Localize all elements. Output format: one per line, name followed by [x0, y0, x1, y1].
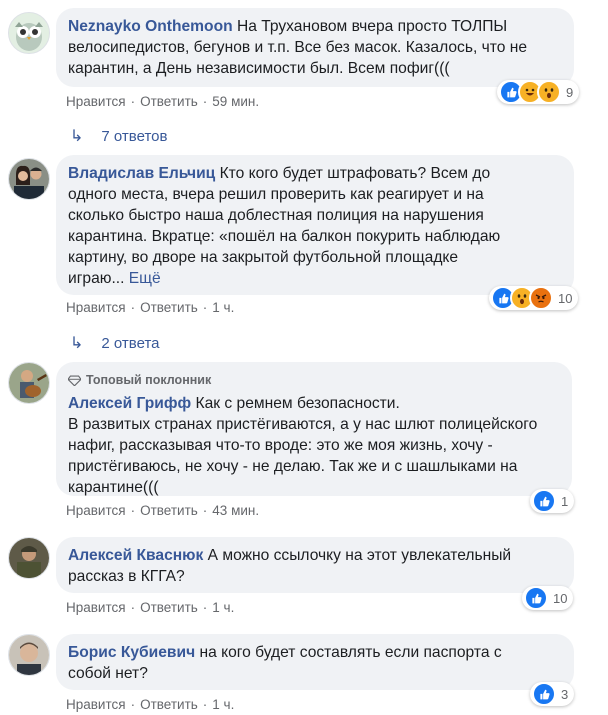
comment-timestamp[interactable]: 59 мин. [212, 94, 259, 109]
comment-actions: Нравится · Ответить · 1 ч. [66, 300, 235, 315]
comment-actions: Нравится · Ответить · 1 ч. [66, 697, 235, 712]
comment-text-line: на кого будет составлять если паспорта с [199, 644, 502, 661]
top-fan-badge: Топовый поклонник [68, 370, 560, 391]
comment-timestamp[interactable]: 1 ч. [212, 300, 234, 315]
comment-author[interactable]: Борис Кубиевич [68, 644, 195, 661]
reactions-summary[interactable]: 3 [530, 682, 575, 706]
reply-button[interactable]: Ответить [140, 697, 198, 712]
reply-arrow-icon: ↳ [70, 335, 84, 352]
comment-text-line: одного места, вчера решил проверить как … [68, 186, 484, 203]
guitarist-avatar-image [9, 363, 49, 403]
like-icon [532, 489, 556, 513]
reaction-count: 9 [566, 84, 574, 100]
couple-photo-avatar-image [9, 159, 49, 199]
soldier-avatar-image [9, 538, 49, 578]
comment-text-line: В развитых странах пристёгиваются, а у н… [68, 416, 538, 433]
comment-text-line: карантине((( [68, 479, 159, 496]
reply-button[interactable]: Ответить [140, 94, 198, 109]
comment-text-line: Как с ремнем безопасности. [195, 395, 400, 412]
reactions-summary[interactable]: 10 [489, 286, 579, 310]
like-button[interactable]: Нравится [66, 697, 126, 712]
reaction-count: 10 [553, 590, 568, 606]
reply-button[interactable]: Ответить [140, 300, 198, 315]
reply-arrow-icon: ↳ [70, 128, 84, 145]
comment-author[interactable]: Алексей Кваснюк [68, 547, 203, 564]
comment-text-line: карантина. Вкратце: «пошёл на балкон пок… [68, 228, 501, 245]
like-icon [532, 682, 556, 706]
avatar[interactable] [8, 158, 50, 200]
view-replies-link[interactable]: ↳ 2 ответа [70, 333, 160, 353]
portrait-avatar-image [9, 635, 49, 675]
reaction-count: 3 [561, 686, 569, 702]
reactions-summary[interactable]: 9 [497, 80, 580, 104]
reactions-summary[interactable]: 10 [522, 586, 574, 610]
diamond-icon [68, 375, 81, 386]
comment-text-line: играю... [68, 270, 125, 287]
comment-actions: Нравится · Ответить · 1 ч. [66, 600, 235, 615]
see-more-link[interactable]: Ещё [129, 270, 161, 287]
comment-text-line: сколько быстро наша доблестная полиция н… [68, 207, 484, 224]
like-button[interactable]: Нравится [66, 503, 126, 518]
comment-text-line: На Трухановом вчера просто ТОЛПЫ [236, 18, 508, 35]
comment-text-line: велосипедистов, бегунов и т.п. Все без м… [68, 39, 528, 56]
avatar[interactable] [8, 362, 50, 404]
avatar[interactable] [8, 537, 50, 579]
comment-bubble: Борис Кубиевич на кого будет составлять … [56, 634, 574, 690]
view-replies-link[interactable]: ↳ 7 ответов [70, 126, 167, 146]
comment-author[interactable]: Neznayko Onthemoon [68, 18, 233, 35]
like-button[interactable]: Нравится [66, 300, 126, 315]
reaction-count: 1 [561, 493, 569, 509]
comment-timestamp[interactable]: 43 мин. [212, 503, 259, 518]
comment-text-line: пристёгиваюсь, не хочу - не делаю. Так ж… [68, 458, 518, 475]
angry-icon [529, 286, 553, 310]
comment-bubble: Владислав Ельчиц Кто кого будет штрафова… [56, 155, 574, 295]
wow-icon [537, 80, 561, 104]
reactions-summary[interactable]: 1 [530, 489, 575, 513]
comment-text-line: нафиг, рассказывая что-то вроде: это же … [68, 437, 493, 454]
comment-timestamp[interactable]: 1 ч. [212, 697, 234, 712]
comment-bubble: Алексей Кваснюк А можно ссылочку на этот… [56, 537, 574, 593]
comment-actions: Нравится · Ответить · 43 мин. [66, 503, 260, 518]
comment-text-line: карантин, а День независимости был. Всем… [68, 60, 450, 77]
like-icon [524, 586, 548, 610]
reply-button[interactable]: Ответить [140, 503, 198, 518]
comment-bubble: Neznayko Onthemoon На Трухановом вчера п… [56, 8, 574, 87]
comment-text-line: Кто кого будет штрафовать? Всем до [219, 165, 491, 182]
like-button[interactable]: Нравится [66, 94, 126, 109]
comment-actions: Нравится · Ответить · 59 мин. [66, 94, 260, 109]
comment-text-line: картину, во дворе на закрытой футбольной… [68, 249, 459, 266]
avatar[interactable] [8, 634, 50, 676]
comment-author[interactable]: Владислав Ельчиц [68, 165, 215, 182]
owl-avatar-image [9, 13, 49, 53]
comment-timestamp[interactable]: 1 ч. [212, 600, 234, 615]
comment-text-line: А можно ссылочку на этот увлекательный [207, 547, 512, 564]
comment-bubble: Топовый поклонник Алексей Грифф Как с ре… [56, 362, 572, 496]
top-fan-label: Топовый поклонник [86, 373, 212, 387]
avatar[interactable] [8, 12, 50, 54]
replies-count-label: 7 ответов [101, 127, 168, 145]
like-button[interactable]: Нравится [66, 600, 126, 615]
reaction-count: 10 [558, 290, 573, 306]
reply-button[interactable]: Ответить [140, 600, 198, 615]
comment-text-line: собой нет? [68, 665, 148, 682]
comment-text-line: рассказ в КГГА? [68, 568, 185, 585]
replies-count-label: 2 ответа [101, 334, 160, 352]
comment-author[interactable]: Алексей Грифф [68, 395, 191, 412]
